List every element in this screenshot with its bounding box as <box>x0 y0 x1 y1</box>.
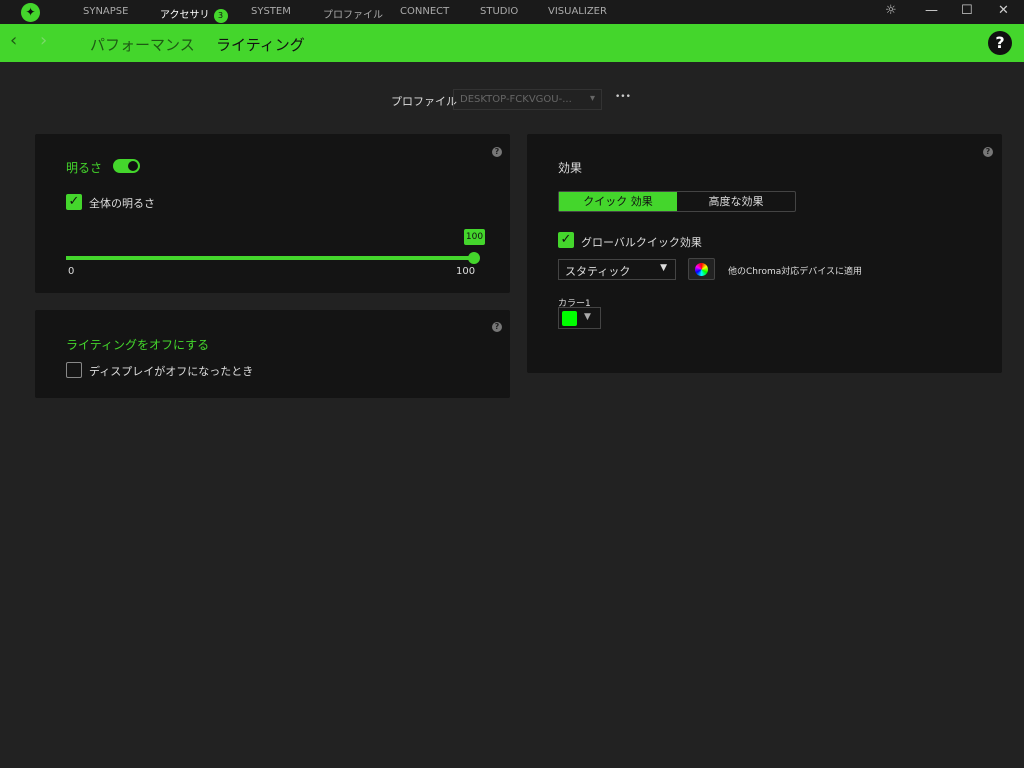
nav-synapse[interactable]: SYNAPSE <box>83 6 128 17</box>
overall-brightness-label: 全体の明るさ <box>89 197 155 210</box>
global-quick-effect-checkbox[interactable]: ✓ <box>558 232 574 248</box>
global-quick-effect-label: グローバルクイック効果 <box>581 236 702 249</box>
lights-off-panel: ? ライティングをオフにする ディスプレイがオフになったとき <box>35 310 510 398</box>
settings-gear-icon[interactable]: ☼ <box>885 3 897 18</box>
display-off-label: ディスプレイがオフになったとき <box>89 365 254 378</box>
title-bar: ✦ SYNAPSE アクセサリ 3 SYSTEM プロファイル CONNECT S… <box>0 0 1024 24</box>
nav-system[interactable]: SYSTEM <box>251 6 291 17</box>
effect-select[interactable]: スタティック ▼ <box>558 259 676 280</box>
maximize-button[interactable]: ☐ <box>961 3 973 18</box>
chevron-down-icon: ▼ <box>660 263 667 273</box>
brightness-slider[interactable] <box>66 256 474 260</box>
chevron-down-icon: ▼ <box>584 312 591 322</box>
slider-max: 100 <box>456 266 476 277</box>
help-icon[interactable]: ? <box>492 147 502 157</box>
profile-label: プロファイル <box>391 95 457 108</box>
lights-off-title: ライティングをオフにする <box>66 338 210 352</box>
slider-tooltip: 100 <box>464 229 485 245</box>
brightness-toggle[interactable] <box>113 159 140 173</box>
display-off-checkbox[interactable] <box>66 362 82 378</box>
slider-min: 0 <box>68 266 75 277</box>
brightness-panel: ? 明るさ ✓ 全体の明るさ 100 0 100 <box>35 134 510 293</box>
brightness-title: 明るさ <box>66 161 103 175</box>
profile-value: DESKTOP-FCKVGOU-... <box>460 94 572 105</box>
back-arrow-icon[interactable]: ‹ <box>10 30 17 51</box>
forward-arrow-icon[interactable]: › <box>40 30 47 51</box>
profile-select[interactable]: DESKTOP-FCKVGOU-... ▾ <box>453 89 602 110</box>
tab-quick-effects[interactable]: クイック 効果 <box>559 192 677 211</box>
effects-panel: ? 効果 クイック 効果 高度な効果 ✓ グローバルクイック効果 スタティック ▼… <box>527 134 1002 373</box>
razer-logo-icon: ✦ <box>21 3 40 22</box>
help-icon[interactable]: ? <box>983 147 993 157</box>
breadcrumb-performance[interactable]: パフォーマンス <box>90 34 195 55</box>
color-swatch <box>562 311 577 326</box>
chroma-apply-label: 他のChroma対応デバイスに適用 <box>728 267 863 277</box>
effects-tabs: クイック 効果 高度な効果 <box>558 191 796 212</box>
color-wheel-icon <box>695 263 708 276</box>
effect-select-value: スタティック <box>565 265 631 278</box>
tab-advanced-effects[interactable]: 高度な効果 <box>677 192 795 211</box>
nav-visualizer[interactable]: VISUALIZER <box>548 6 607 17</box>
breadcrumb-lighting[interactable]: ライティング <box>216 34 305 55</box>
help-icon[interactable]: ? <box>988 31 1012 55</box>
overall-brightness-checkbox[interactable]: ✓ <box>66 194 82 210</box>
close-button[interactable]: ✕ <box>998 3 1009 18</box>
accessories-badge: 3 <box>213 9 228 23</box>
chevron-down-icon: ▾ <box>589 93 595 104</box>
help-icon[interactable]: ? <box>492 322 502 332</box>
nav-accessories-label: アクセサリ <box>160 10 210 21</box>
color-picker[interactable]: ▼ <box>558 307 601 329</box>
nav-accessories[interactable]: アクセサリ 3 <box>160 6 228 23</box>
chroma-apply-button[interactable] <box>688 258 715 280</box>
minimize-button[interactable]: — <box>925 3 938 18</box>
more-options-button[interactable]: ••• <box>615 92 631 102</box>
nav-profiles[interactable]: プロファイル <box>323 6 383 21</box>
nav-studio[interactable]: STUDIO <box>480 6 518 17</box>
slider-thumb[interactable] <box>468 252 480 264</box>
effects-title: 効果 <box>558 161 583 175</box>
nav-connect[interactable]: CONNECT <box>400 6 449 17</box>
